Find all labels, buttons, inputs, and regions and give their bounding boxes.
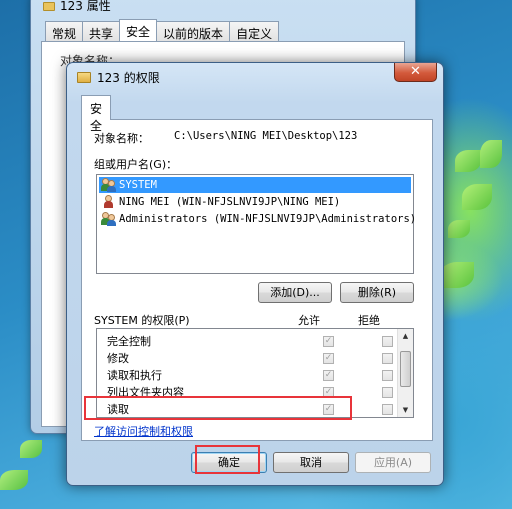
deny-checkbox[interactable] bbox=[382, 370, 393, 381]
list-item[interactable]: SYSTEM bbox=[99, 177, 411, 193]
user-list[interactable]: SYSTEM NING MEI (WIN-NFJSLNVI9JP\NING ME… bbox=[96, 174, 416, 274]
deny-header: 拒绝 bbox=[358, 314, 380, 327]
tab-security[interactable]: 安全 bbox=[81, 95, 112, 133]
table-row: 读取 ✓ bbox=[97, 401, 399, 418]
scroll-up-icon[interactable]: ▲ bbox=[398, 329, 413, 343]
folder-icon bbox=[77, 71, 91, 83]
folder-icon bbox=[43, 2, 55, 11]
allow-checkbox[interactable]: ✓ bbox=[323, 387, 334, 398]
list-item[interactable]: Administrators (WIN-NFJSLNVI9JP\Administ… bbox=[99, 211, 416, 227]
object-path: C:\Users\NING MEI\Desktop\123 bbox=[174, 130, 358, 142]
cancel-button[interactable]: 取消 bbox=[273, 452, 349, 473]
remove-button[interactable]: 删除(R) bbox=[340, 282, 414, 303]
user-name: NING MEI (WIN-NFJSLNVI9JP\NING MEI) bbox=[119, 196, 341, 208]
allow-checkbox[interactable]: ✓ bbox=[323, 336, 334, 347]
scrollbar[interactable]: ▲ ▼ bbox=[397, 329, 413, 417]
close-button[interactable]: ✕ bbox=[394, 63, 437, 82]
learn-access-control-link[interactable]: 了解访问控制和权限 bbox=[94, 423, 193, 439]
list-item[interactable]: NING MEI (WIN-NFJSLNVI9JP\NING MEI) bbox=[99, 194, 411, 210]
deny-checkbox[interactable] bbox=[382, 353, 393, 364]
apply-button[interactable]: 应用(A) bbox=[355, 452, 431, 473]
table-row: 完全控制 ✓ bbox=[97, 333, 399, 350]
allow-checkbox[interactable]: ✓ bbox=[323, 353, 334, 364]
allow-header: 允许 bbox=[298, 314, 320, 327]
security-panel: 对象名称： C:\Users\NING MEI\Desktop\123 组或用户… bbox=[81, 119, 433, 441]
tab-general[interactable]: 常规 bbox=[45, 21, 84, 41]
user-icon bbox=[101, 195, 117, 209]
user-name: Administrators (WIN-NFJSLNVI9JP\Administ… bbox=[119, 213, 417, 225]
deny-checkbox[interactable] bbox=[382, 404, 393, 415]
table-row: 列出文件夹内容 ✓ bbox=[97, 384, 399, 401]
leaf-decoration bbox=[20, 440, 42, 458]
permissions-list[interactable]: 完全控制 ✓ 修改 ✓ 读取和执行 ✓ 列出文件夹内容 ✓ 读取 ✓ ▲ ▼ bbox=[96, 328, 414, 418]
tab-previous-versions[interactable]: 以前的版本 bbox=[156, 21, 231, 41]
permissions-label: SYSTEM 的权限(P) bbox=[94, 314, 190, 327]
deny-checkbox[interactable] bbox=[382, 336, 393, 347]
leaf-decoration bbox=[455, 150, 481, 172]
leaf-decoration bbox=[462, 184, 492, 210]
table-row: 修改 ✓ bbox=[97, 350, 399, 367]
allow-checkbox[interactable]: ✓ bbox=[323, 404, 334, 415]
leaf-decoration bbox=[480, 140, 502, 168]
leaf-decoration bbox=[448, 220, 470, 238]
close-icon: ✕ bbox=[410, 64, 421, 79]
dialog-title: 123 的权限 bbox=[77, 69, 160, 85]
permissions-dialog: 123 的权限 ✕ 安全 对象名称： C:\Users\NING MEI\Des… bbox=[66, 62, 444, 486]
tab-customize[interactable]: 自定义 bbox=[229, 21, 280, 41]
group-icon bbox=[101, 178, 117, 192]
tab-sharing[interactable]: 共享 bbox=[82, 21, 121, 41]
group-user-label: 组或用户名(G)： bbox=[94, 158, 178, 171]
permission-name: 完全控制 bbox=[107, 335, 151, 348]
permission-name: 读取 bbox=[107, 403, 129, 416]
permission-name: 列出文件夹内容 bbox=[107, 386, 184, 399]
user-name: SYSTEM bbox=[119, 179, 157, 191]
properties-window-title: 123 属性 bbox=[43, 0, 403, 11]
ok-button[interactable]: 确定 bbox=[191, 452, 267, 473]
permission-name: 读取和执行 bbox=[107, 369, 162, 382]
leaf-decoration bbox=[440, 262, 474, 288]
group-icon bbox=[101, 212, 117, 226]
table-row: 读取和执行 ✓ bbox=[97, 367, 399, 384]
leaf-decoration bbox=[0, 470, 28, 490]
tab-security[interactable]: 安全 bbox=[119, 19, 158, 41]
add-button[interactable]: 添加(D)... bbox=[258, 282, 332, 303]
scroll-down-icon[interactable]: ▼ bbox=[398, 403, 413, 417]
dialog-title-text: 123 的权限 bbox=[97, 70, 160, 85]
allow-checkbox[interactable]: ✓ bbox=[323, 370, 334, 381]
deny-checkbox[interactable] bbox=[382, 387, 393, 398]
properties-tabs: 常规 共享 安全 以前的版本 自定义 bbox=[45, 19, 280, 41]
object-name-label: 对象名称： bbox=[94, 132, 149, 145]
scroll-thumb[interactable] bbox=[400, 351, 411, 387]
permission-name: 修改 bbox=[107, 352, 129, 365]
